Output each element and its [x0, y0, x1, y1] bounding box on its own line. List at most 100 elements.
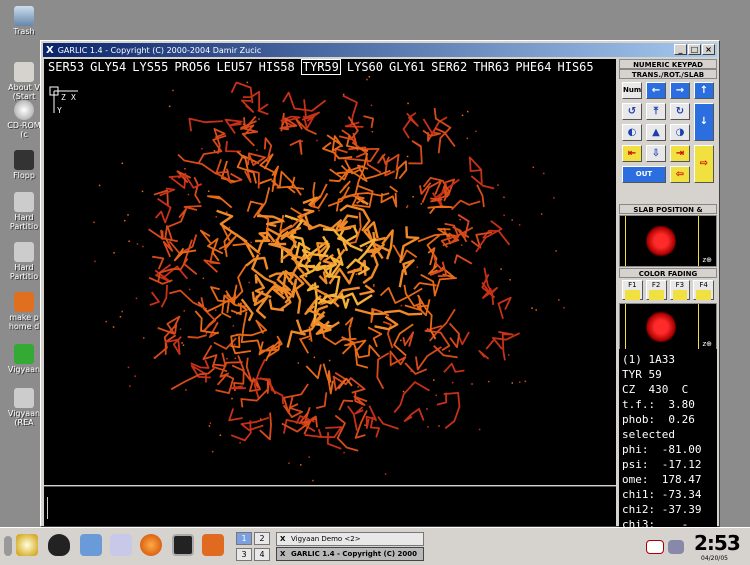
rotate-right-button[interactable]: ◑	[670, 124, 690, 141]
fade-f3-button[interactable]: F3	[669, 280, 691, 300]
residue-gly54[interactable]: GLY54	[90, 60, 126, 74]
rotate-cw-button[interactable]: ↻	[670, 103, 690, 120]
fade-f4-button[interactable]: F4	[693, 280, 714, 300]
vigyaan-readme-icon[interactable]: Vigyaan (REA	[4, 388, 44, 427]
arrow-up-button[interactable]: ↑	[694, 82, 714, 99]
pager-desktop-2[interactable]: 2	[254, 532, 270, 545]
rotate-down-button[interactable]: ⇩	[646, 145, 666, 162]
residue-his58[interactable]: HIS58	[259, 60, 295, 74]
slab-preview[interactable]: z⊕	[619, 215, 717, 267]
residue-pro56[interactable]: PRO56	[174, 60, 210, 74]
maximize-button[interactable]: □	[688, 44, 701, 55]
about-icon[interactable]: About V (Start	[4, 62, 44, 101]
text-cursor	[47, 497, 48, 519]
taskbar: 1 2 3 4 X Vigyaan Demo <2> X GARLIC 1.4 - …	[0, 527, 750, 565]
clock[interactable]: 2:53	[694, 531, 741, 555]
slab-molecule-dots	[646, 224, 676, 258]
residue-thr63[interactable]: THR63	[473, 60, 509, 74]
info-line: phi: -81.00	[622, 443, 702, 456]
pager-desktop-3[interactable]: 3	[236, 548, 252, 561]
residue-lys55[interactable]: LYS55	[132, 60, 168, 74]
hard-partition-icon[interactable]: Hard Partitio	[4, 192, 44, 231]
minimize-button[interactable]: _	[674, 44, 687, 55]
slab-title: SLAB POSITION & WIDTH	[619, 204, 717, 224]
numeric-keypad-title: NUMERIC KEYPAD	[619, 59, 717, 69]
vigyaan-icon[interactable]: Vigyaan	[4, 344, 44, 374]
keyboard-layout-icon[interactable]	[646, 540, 664, 554]
rotate-up-button[interactable]: ⤒	[646, 103, 666, 120]
residue-his65[interactable]: HIS65	[558, 60, 594, 74]
fading-preview[interactable]: z⊕	[619, 303, 717, 351]
molecule-viewer[interactable]: Z X Y	[44, 75, 616, 485]
firefox-icon[interactable]	[140, 534, 162, 556]
trash-icon[interactable]: Trash	[4, 6, 44, 36]
home-icon[interactable]	[202, 534, 224, 556]
axis-indicator: Z X Y	[48, 83, 82, 119]
residue-gly61[interactable]: GLY61	[389, 60, 425, 74]
color-fading-title: COLOR FADING	[619, 268, 717, 278]
make-home-icon[interactable]: make p home d	[4, 292, 44, 331]
fading-molecule-dots	[646, 310, 676, 344]
info-line: selected	[622, 428, 675, 441]
arrow-right-button[interactable]: →	[670, 82, 690, 99]
info-line: psi: -17.12	[622, 458, 702, 471]
floppy-icon[interactable]: Flopp	[4, 150, 44, 180]
fading-axis-icon: z⊕	[702, 340, 712, 348]
garlic-window: X GARLIC 1.4 - Copyright (C) 2000-2004 D…	[40, 40, 720, 527]
fade-buttons: F1 F2 F3 F4	[619, 278, 717, 302]
arrow-down-button[interactable]: ↓	[694, 103, 714, 141]
slab-left-button[interactable]: ⇤	[622, 145, 642, 162]
control-center-icon[interactable]	[110, 534, 132, 556]
rotate-ccw-button[interactable]: ↺	[622, 103, 642, 120]
info-line: t.f.: 3.80	[622, 398, 695, 411]
info-line: phob: 0.26	[622, 413, 695, 426]
residue-leu57[interactable]: LEU57	[217, 60, 253, 74]
task-app-icon: X	[280, 535, 286, 543]
task-app-icon: X	[280, 550, 286, 558]
task-garlic[interactable]: X GARLIC 1.4 - Copyright (C) 2000	[276, 547, 424, 561]
command-input[interactable]	[44, 486, 616, 526]
pager-desktop-4[interactable]: 4	[254, 548, 270, 561]
k-menu-icon[interactable]	[16, 534, 38, 556]
cdrom-icon[interactable]: CD-ROM (c	[4, 100, 44, 139]
num-button[interactable]: Num	[622, 82, 642, 99]
arrow-left-button[interactable]: ←	[646, 82, 666, 99]
residue-ser53[interactable]: SER53	[48, 60, 84, 74]
desktop-pager: 1 2 3 4	[236, 532, 272, 562]
out-button[interactable]: OUT	[622, 166, 666, 183]
sequence-bar[interactable]: SER53 GLY54 LYS55 PRO56 LEU57 HIS58 TYR59 LYS60…	[44, 59, 616, 75]
axis-y-label: Y	[57, 106, 62, 115]
tux-icon[interactable]	[48, 534, 70, 556]
close-button[interactable]: ×	[702, 44, 715, 55]
window-titlebar[interactable]: X GARLIC 1.4 - Copyright (C) 2000-2004 D…	[43, 43, 717, 57]
rotate-center-button[interactable]: ▲	[646, 124, 666, 141]
slab-right-button[interactable]: ⇥	[670, 145, 690, 162]
info-line: CZ 430 C	[622, 383, 689, 396]
network-icon[interactable]	[668, 540, 684, 554]
residue-phe64[interactable]: PHE64	[515, 60, 551, 74]
residue-tyr59[interactable]: TYR59	[300, 59, 341, 75]
fade-f2-button[interactable]: F2	[645, 280, 667, 300]
numeric-keypad: Num ← → ↑ ↺ ⤒ ↻ ↓ ◐ ▲ ◑ ⇤ ⇩ ⇥ ⇨ OUT ⇦	[619, 79, 717, 204]
task-vigyaan-demo[interactable]: X Vigyaan Demo <2>	[276, 532, 424, 546]
slab-enter-button[interactable]: ⇨	[694, 145, 714, 183]
molecule-render	[93, 76, 565, 482]
home-folder-icon[interactable]	[80, 534, 102, 556]
info-line: chi3: -	[622, 518, 689, 527]
fade-f1-button[interactable]: F1	[622, 280, 643, 300]
residue-lys60[interactable]: LYS60	[347, 60, 383, 74]
taskbar-handle[interactable]	[4, 536, 12, 556]
pager-desktop-1[interactable]: 1	[236, 532, 252, 545]
info-line: (1) 1A33	[622, 353, 675, 366]
hard-partition-icon-2[interactable]: Hard Partitio	[4, 242, 44, 281]
window-title: GARLIC 1.4 - Copyright (C) 2000-2004 Dam…	[57, 45, 262, 55]
numeric-keypad-subtitle: TRANS./ROT./SLAB	[619, 69, 717, 79]
slab-axis-icon: z⊕	[702, 256, 712, 264]
terminal-icon[interactable]	[172, 534, 194, 556]
axis-z-label: Z	[61, 93, 66, 102]
slab-width-button[interactable]: ⇦	[670, 166, 690, 183]
residue-ser62[interactable]: SER62	[431, 60, 467, 74]
rotate-left-button[interactable]: ◐	[622, 124, 642, 141]
control-panel: NUMERIC KEYPAD TRANS./ROT./SLAB Num ← → …	[619, 59, 717, 351]
axis-x-label: X	[71, 93, 76, 102]
